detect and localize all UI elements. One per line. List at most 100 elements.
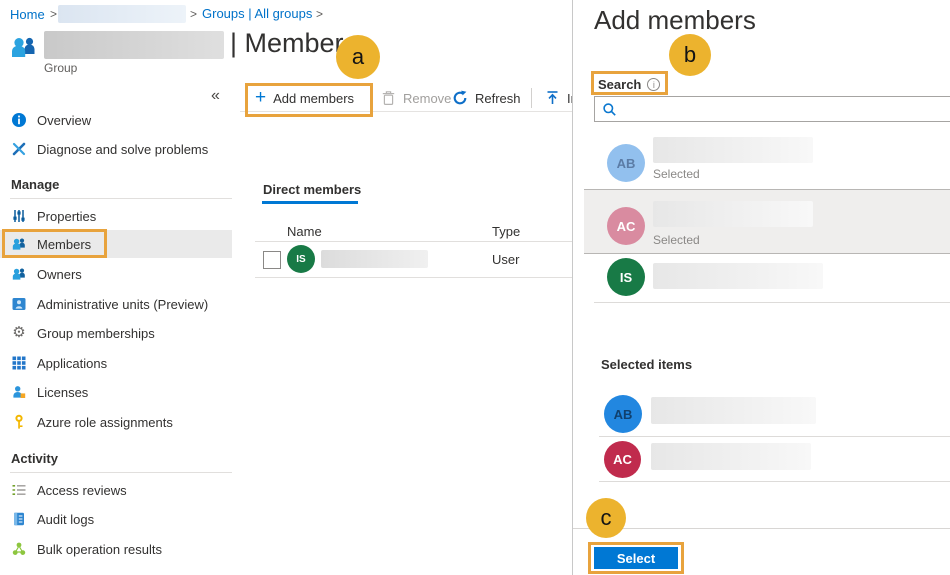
sidebar-item-overview[interactable]: Overview	[0, 106, 232, 134]
sidebar-item-label: Owners	[37, 267, 82, 282]
add-members-panel: Add members b Search i AB Selected AC Se…	[572, 0, 950, 575]
sidebar-item-label: Azure role assignments	[37, 415, 173, 430]
toolbar-separator	[531, 88, 532, 108]
footer-divider	[573, 528, 950, 529]
refresh-button[interactable]: Refresh	[452, 90, 521, 106]
table-header-divider	[255, 241, 572, 242]
selected-person-avatar: AB	[604, 395, 642, 433]
license-icon	[11, 384, 27, 400]
sidebar-item-diagnose[interactable]: Diagnose and solve problems	[0, 135, 232, 163]
document-icon	[11, 511, 27, 527]
annotation-c-badge: c	[586, 498, 626, 538]
panel-title: Add members	[594, 5, 756, 36]
person-name-blurred	[653, 201, 813, 227]
sidebar-item-label: Administrative units (Preview)	[37, 297, 208, 312]
search-input-wrap	[594, 96, 950, 122]
person-name-blurred	[653, 263, 823, 289]
breadcrumb-separator: >	[50, 7, 57, 21]
search-input[interactable]	[617, 98, 950, 120]
annotation-a-badge: a	[336, 35, 380, 79]
sidebar-item-bulk-operation-results[interactable]: Bulk operation results	[0, 535, 232, 563]
people-icon	[11, 266, 27, 282]
annotation-b-badge: b	[669, 34, 711, 76]
remove-button[interactable]: Remove	[381, 90, 451, 106]
person-status: Selected	[653, 167, 700, 181]
refresh-label: Refresh	[475, 91, 521, 106]
table-row-divider	[255, 277, 572, 278]
breadcrumb-blurred-group-name[interactable]	[58, 5, 186, 23]
member-avatar: IS	[287, 245, 315, 273]
annotation-box-search	[591, 71, 668, 95]
sidebar-section-manage: Manage	[11, 177, 59, 192]
sliders-icon	[11, 208, 27, 224]
search-icon	[602, 102, 617, 117]
cluster-icon	[11, 541, 27, 557]
key-icon	[11, 414, 27, 430]
sidebar-section-activity: Activity	[11, 451, 58, 466]
selected-items-label: Selected items	[601, 357, 692, 372]
sidebar-item-applications[interactable]: Applications	[0, 349, 232, 377]
annotation-box-members	[2, 229, 107, 258]
sidebar-item-access-reviews[interactable]: Access reviews	[0, 476, 232, 504]
breadcrumb-home-link[interactable]: Home	[10, 7, 45, 22]
sidebar-item-label: Properties	[37, 209, 96, 224]
page-subtitle: Group	[44, 61, 77, 75]
selected-person-name-blurred	[651, 397, 816, 424]
sidebar-item-label: Overview	[37, 113, 91, 128]
selected-person-name-blurred	[651, 443, 811, 470]
search-result-row[interactable]: AB Selected	[584, 133, 950, 188]
sidebar-item-label: Diagnose and solve problems	[37, 142, 208, 157]
tools-icon	[11, 141, 27, 157]
tab-active-underline	[262, 201, 358, 204]
sidebar-item-label: Group memberships	[37, 326, 155, 341]
sidebar-divider	[10, 472, 232, 473]
sidebar-item-administrative-units[interactable]: Administrative units (Preview)	[0, 290, 232, 318]
upload-icon	[545, 90, 560, 106]
search-result-row[interactable]: IS	[584, 254, 950, 301]
person-avatar: IS	[607, 258, 645, 296]
info-icon	[11, 112, 27, 128]
breadcrumb-separator: >	[316, 7, 323, 21]
sidebar-item-licenses[interactable]: Licenses	[0, 378, 232, 406]
sidebar-item-owners[interactable]: Owners	[0, 260, 232, 288]
sidebar-item-azure-role-assignments[interactable]: Azure role assignments	[0, 408, 232, 436]
group-icon	[9, 34, 39, 65]
person-avatar: AB	[607, 144, 645, 182]
column-header-name[interactable]: Name	[287, 224, 322, 239]
page-title-blurred-group-name	[44, 31, 224, 59]
grid-icon	[11, 355, 27, 371]
breadcrumb-separator: >	[190, 7, 197, 21]
breadcrumb-groups-link[interactable]: Groups | All groups	[202, 6, 312, 21]
row-checkbox[interactable]	[263, 251, 281, 269]
sidebar-item-label: Bulk operation results	[37, 542, 162, 557]
sidebar-item-label: Applications	[37, 356, 107, 371]
admin-units-icon	[11, 296, 27, 312]
sidebar-collapse-button[interactable]: «	[211, 87, 220, 105]
list-icon	[11, 482, 27, 498]
member-type-cell: User	[492, 252, 519, 267]
sidebar-item-group-memberships[interactable]: ⚙ Group memberships	[0, 319, 232, 347]
person-name-blurred	[653, 137, 813, 163]
gear-icon: ⚙	[11, 325, 27, 341]
select-button[interactable]: Select	[594, 547, 678, 569]
results-divider	[594, 302, 950, 303]
sidebar-item-label: Audit logs	[37, 512, 94, 527]
annotation-box-add-members	[245, 83, 373, 117]
sidebar-item-label: Access reviews	[37, 483, 127, 498]
breadcrumb: Home	[10, 6, 45, 24]
member-name-blurred	[321, 250, 428, 268]
refresh-icon	[452, 90, 468, 106]
column-header-type[interactable]: Type	[492, 224, 520, 239]
search-result-row-highlighted[interactable]: AC Selected	[584, 189, 950, 254]
selected-divider	[599, 436, 950, 437]
person-avatar: AC	[607, 207, 645, 245]
remove-label: Remove	[403, 91, 451, 106]
sidebar-item-audit-logs[interactable]: Audit logs	[0, 505, 232, 533]
sidebar-divider	[10, 198, 232, 199]
sidebar-item-properties[interactable]: Properties	[0, 202, 232, 230]
selected-person-avatar: AC	[604, 441, 641, 478]
person-status: Selected	[653, 233, 700, 247]
annotation-box-select: Select	[588, 542, 684, 574]
tab-direct-members[interactable]: Direct members	[263, 182, 361, 197]
selected-divider	[599, 481, 950, 482]
